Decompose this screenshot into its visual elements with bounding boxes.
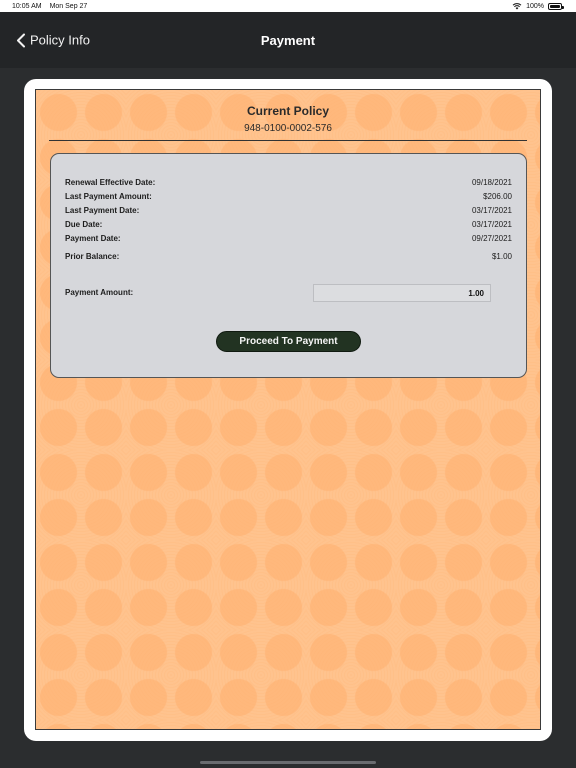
battery-percent: 100%: [526, 2, 544, 10]
detail-value: $206.00: [483, 192, 512, 201]
policy-number: 948-0100-0002-576: [244, 123, 332, 134]
policy-card-content: Current Policy 948-0100-0002-576 Renewal…: [35, 89, 541, 730]
payment-amount-label: Payment Amount:: [65, 288, 134, 297]
status-time: 10:05 AM: [12, 2, 42, 10]
detail-value: 03/17/2021: [471, 220, 512, 229]
proceed-to-payment-button[interactable]: Proceed To Payment: [216, 331, 361, 352]
policy-card: Current Policy 948-0100-0002-576 Renewal…: [24, 79, 552, 741]
detail-value: 09/18/2021: [471, 178, 512, 187]
detail-value: 03/17/2021: [471, 206, 512, 215]
detail-value: $1.00: [491, 252, 512, 261]
detail-label: Renewal Effective Date:: [65, 178, 156, 187]
detail-value: 09/27/2021: [471, 234, 512, 243]
detail-row-due-date: Due Date: 03/17/2021: [65, 220, 512, 229]
divider: [49, 140, 527, 141]
detail-label: Last Payment Amount:: [65, 192, 152, 201]
detail-row-last-payment-date: Last Payment Date: 03/17/2021: [65, 206, 512, 215]
detail-row-renewal-date: Renewal Effective Date: 09/18/2021: [65, 178, 512, 187]
detail-row-prior-balance: Prior Balance: $1.00: [65, 252, 512, 261]
navigation-bar: Policy Info Payment: [0, 12, 576, 68]
page-title: Payment: [260, 32, 316, 48]
detail-label: Due Date:: [65, 220, 103, 229]
detail-label: Payment Date:: [65, 234, 121, 243]
detail-row-last-payment-amount: Last Payment Amount: $206.00: [65, 192, 512, 201]
status-right: 100%: [512, 2, 564, 10]
payment-details-panel: Renewal Effective Date: 09/18/2021 Last …: [50, 153, 527, 378]
home-indicator: [200, 761, 376, 764]
status-bar: 10:05 AM Mon Sep 27 100%: [0, 0, 576, 12]
chevron-left-icon: [17, 33, 25, 47]
detail-row-payment-date: Payment Date: 09/27/2021: [65, 234, 512, 243]
detail-label: Prior Balance:: [65, 252, 120, 261]
detail-label: Last Payment Date:: [65, 206, 140, 215]
back-button[interactable]: Policy Info: [16, 33, 90, 48]
battery-icon: [548, 2, 564, 10]
wifi-icon: [512, 3, 522, 10]
status-date: Mon Sep 27: [49, 2, 88, 10]
payment-amount-input[interactable]: [313, 284, 491, 302]
status-left: 10:05 AM Mon Sep 27: [12, 3, 87, 10]
battery-fill: [550, 4, 560, 8]
back-button-label: Policy Info: [30, 32, 90, 48]
payment-screen: 10:05 AM Mon Sep 27 100% Policy Info Pay…: [0, 0, 576, 768]
policy-title: Current Policy: [246, 104, 330, 118]
